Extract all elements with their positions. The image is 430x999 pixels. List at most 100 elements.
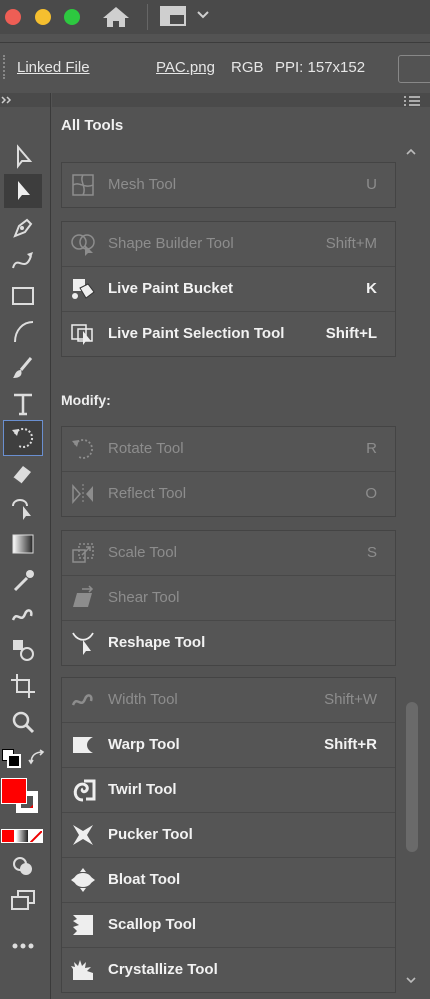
swap-arrows-icon[interactable] — [28, 749, 46, 767]
puppet-warp-tool[interactable] — [4, 491, 42, 525]
tool-name: Reflect Tool — [108, 485, 187, 502]
paint-bucket-icon — [72, 279, 95, 299]
gradient-tool[interactable] — [4, 527, 42, 561]
reflect-icon — [72, 484, 93, 504]
eraser-tool[interactable] — [4, 457, 42, 491]
type-tool[interactable] — [4, 387, 42, 421]
tool-name: Width Tool — [108, 691, 178, 708]
magnifier-icon — [12, 711, 35, 734]
tool-name: Live Paint Selection Tool — [108, 325, 285, 342]
tool-shortcut: Shift+W — [324, 691, 377, 708]
eyedropper-tool[interactable] — [4, 563, 42, 597]
workspace-layout-icon[interactable] — [160, 6, 186, 26]
expand-toolbar-icon[interactable] — [1, 95, 13, 105]
zoom-tool[interactable] — [4, 705, 42, 739]
brush-icon — [13, 357, 33, 378]
tool-row-twirl[interactable]: Twirl Tool — [62, 768, 395, 813]
title-bar — [0, 0, 430, 34]
tool-shortcut: Shift+M — [325, 235, 377, 252]
blend-icon — [11, 609, 33, 621]
pen-icon — [13, 218, 33, 238]
tool-group-mesh: Mesh Tool U — [61, 162, 396, 208]
zoom-window-button[interactable] — [64, 9, 80, 25]
arrow-filled-icon — [18, 181, 30, 200]
color-mode-label: RGB — [231, 59, 264, 76]
screen-mode-button[interactable] — [4, 883, 42, 917]
tool-row-warp[interactable]: Warp Tool Shift+R — [62, 723, 395, 768]
twirl-icon — [73, 779, 96, 802]
tool-row-scale[interactable]: Scale Tool S — [62, 531, 395, 576]
scrollbar-thumb[interactable] — [406, 702, 418, 852]
home-icon[interactable] — [101, 5, 131, 29]
crystallize-icon — [71, 960, 93, 980]
tool-row-live-paint-selection[interactable]: Live Paint Selection Tool Shift+L — [62, 312, 395, 356]
bloat-icon — [71, 868, 95, 892]
curvature-icon — [12, 252, 33, 269]
direct-selection-tool[interactable] — [4, 174, 42, 208]
tool-row-bloat[interactable]: Bloat Tool — [62, 858, 395, 903]
tool-row-mesh[interactable]: Mesh Tool U — [62, 163, 395, 207]
tool-name: Warp Tool — [108, 736, 180, 753]
tool-group-width: Width Tool Shift+W Warp Tool Shift+R Twi… — [61, 677, 396, 993]
artboard-icon — [11, 674, 35, 698]
grip-icon[interactable] — [3, 55, 7, 79]
tool-row-crystallize[interactable]: Crystallize Tool — [62, 948, 395, 992]
gradient-icon — [12, 534, 34, 554]
tool-name: Mesh Tool — [108, 176, 177, 193]
more-dots-icon — [12, 943, 34, 949]
edit-toolbar-button[interactable] — [4, 929, 42, 963]
arc-icon — [14, 321, 34, 343]
symbol-sprayer-tool[interactable] — [4, 633, 42, 667]
live-paint-selection-icon — [71, 324, 93, 345]
rotate-tool[interactable] — [3, 420, 43, 456]
tool-name: Rotate Tool — [108, 440, 184, 457]
tool-name: Shape Builder Tool — [108, 235, 234, 252]
width-icon — [71, 694, 93, 706]
modify-heading: Modify: — [61, 392, 111, 408]
color-mode-button[interactable] — [1, 829, 15, 843]
minimize-window-button[interactable] — [35, 9, 51, 25]
scale-icon — [72, 543, 94, 563]
tool-row-pucker[interactable]: Pucker Tool — [62, 813, 395, 858]
tool-row-reflect[interactable]: Reflect Tool O — [62, 472, 395, 516]
screen-mode-icon — [11, 890, 35, 910]
linked-file-link[interactable]: Linked File — [17, 59, 90, 76]
none-mode-button[interactable] — [29, 829, 43, 843]
tool-shortcut: R — [366, 440, 377, 457]
tool-row-width[interactable]: Width Tool Shift+W — [62, 678, 395, 723]
default-fill-stroke-icon[interactable] — [2, 749, 21, 768]
shapes-icon — [13, 640, 34, 661]
scroll-up-icon[interactable] — [405, 147, 417, 157]
filename-link[interactable]: PAC.png — [156, 59, 215, 76]
tool-row-scallop[interactable]: Scallop Tool — [62, 903, 395, 948]
tool-row-rotate[interactable]: Rotate Tool R — [62, 427, 395, 472]
draw-mode-button[interactable] — [4, 849, 42, 883]
blend-tool[interactable] — [4, 597, 42, 631]
panel-menu-icon[interactable] — [403, 95, 421, 107]
tool-shortcut: K — [366, 280, 377, 297]
pen-tool[interactable] — [4, 211, 42, 245]
selection-tool[interactable] — [4, 140, 42, 174]
tool-name: Reshape Tool — [108, 634, 206, 651]
tool-row-shear[interactable]: Shear Tool — [62, 576, 395, 621]
paintbrush-tool[interactable] — [4, 351, 42, 385]
curvature-tool[interactable] — [4, 245, 42, 279]
embed-button[interactable] — [398, 55, 430, 83]
scroll-down-icon[interactable] — [405, 975, 417, 985]
line-tool[interactable] — [4, 315, 42, 349]
tool-row-live-paint-bucket[interactable]: Live Paint Bucket K — [62, 267, 395, 312]
panel-scrollbar[interactable] — [404, 147, 419, 987]
tool-name: Shear Tool — [108, 589, 180, 606]
artboard-tool[interactable] — [4, 669, 42, 703]
control-bar: Linked File PAC.png RGB PPI: 157x152 — [0, 42, 430, 93]
toolbar-header — [0, 93, 50, 107]
tool-row-shape-builder[interactable]: Shape Builder Tool Shift+M — [62, 222, 395, 267]
tool-name: Scallop Tool — [108, 916, 197, 933]
chevron-down-icon[interactable] — [196, 9, 210, 21]
close-window-button[interactable] — [5, 9, 21, 25]
rectangle-tool[interactable] — [4, 279, 42, 313]
tool-row-reshape[interactable]: Reshape Tool — [62, 621, 395, 665]
gradient-mode-button[interactable] — [15, 829, 29, 843]
fill-swatch[interactable] — [1, 778, 27, 804]
tool-name: Live Paint Bucket — [108, 280, 234, 297]
